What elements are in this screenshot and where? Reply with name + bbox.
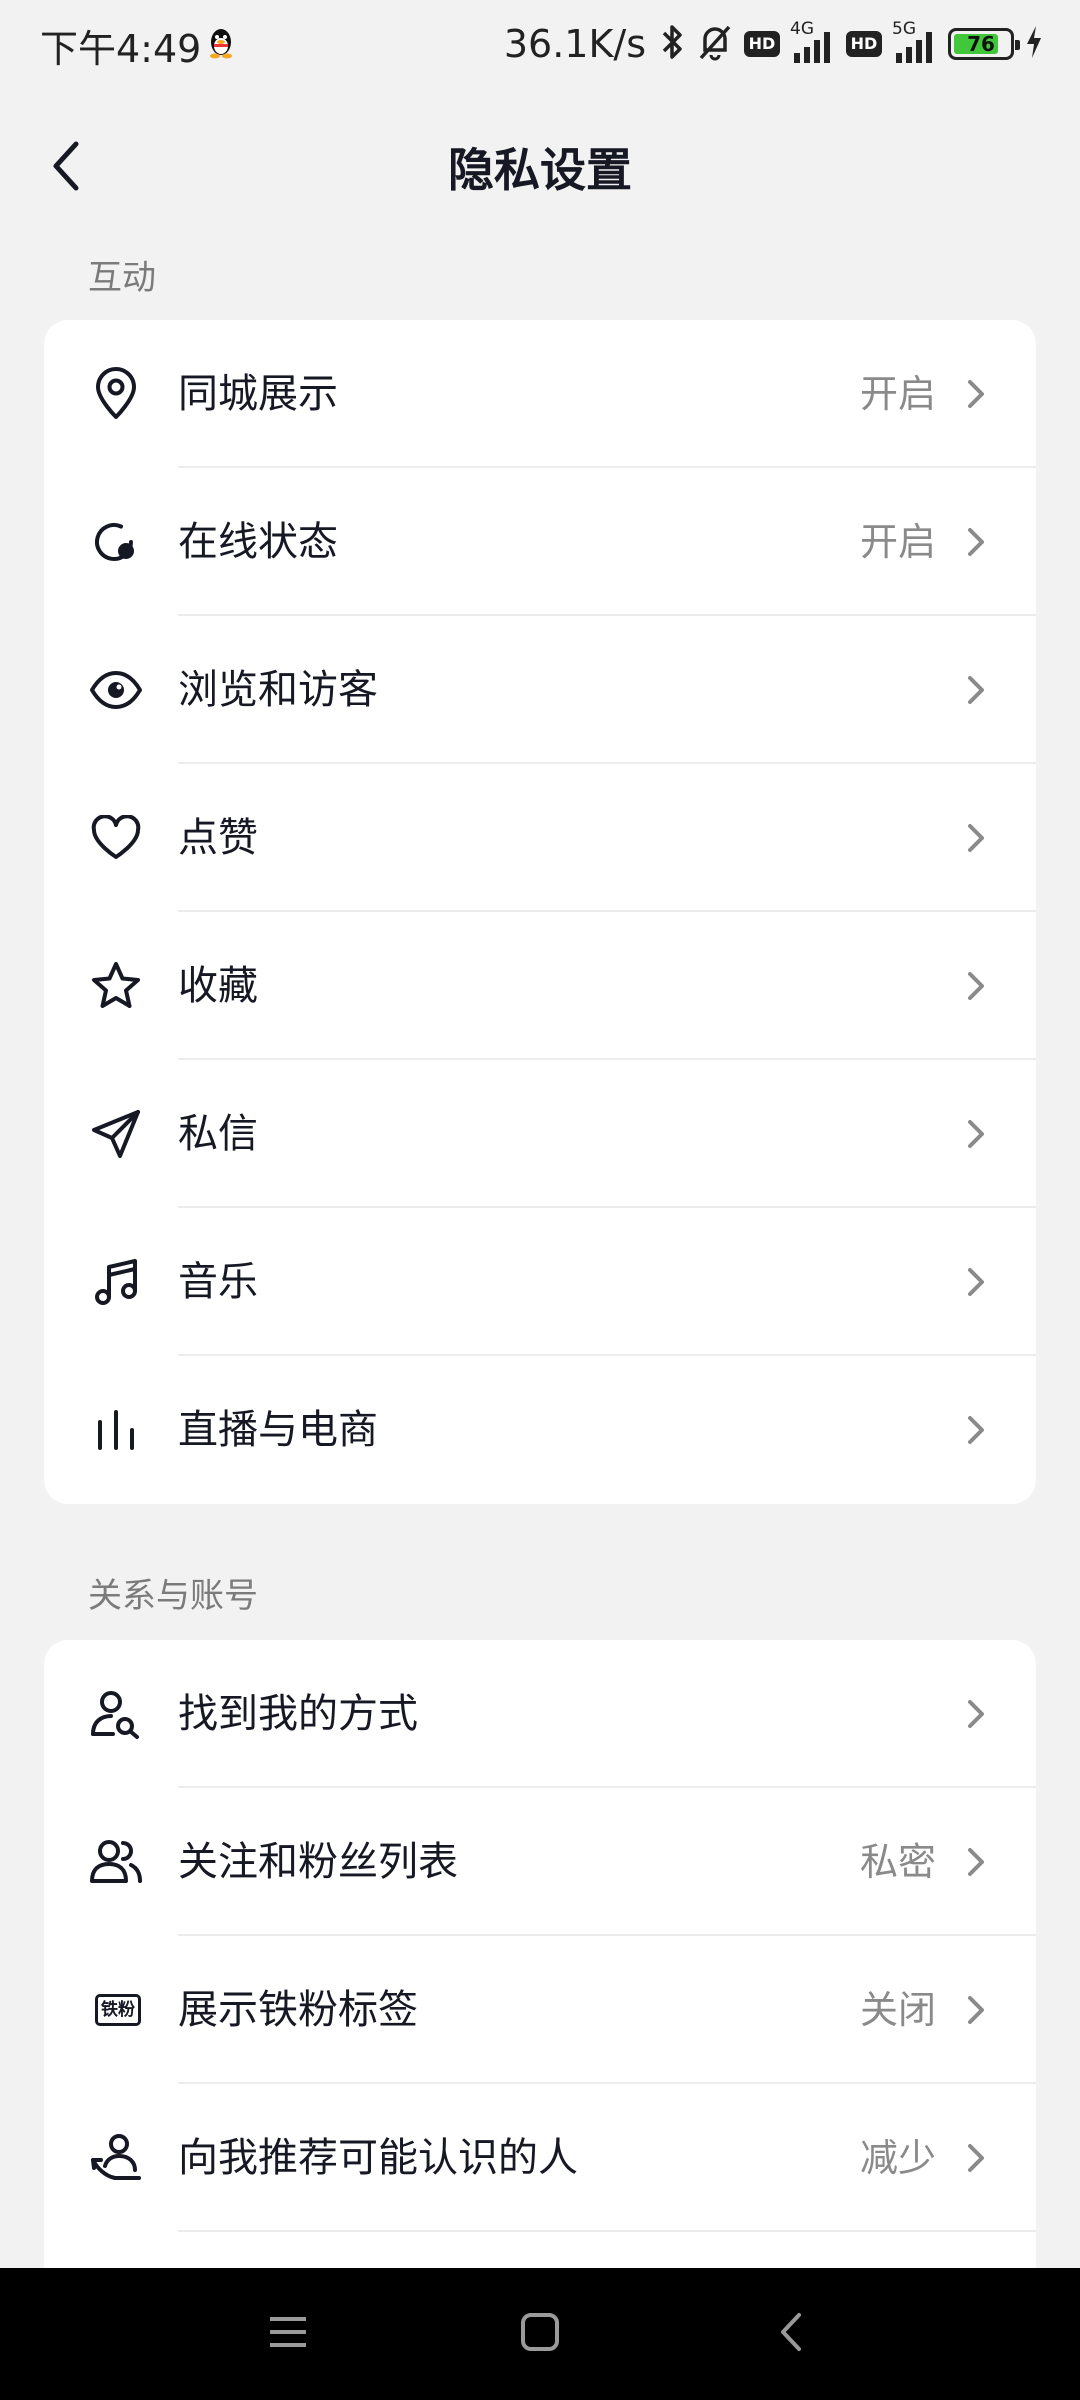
mute-bell-icon (696, 22, 734, 66)
recommend-people-icon (88, 2130, 144, 2186)
qq-notification-icon (204, 26, 238, 60)
status-time: 下午4:49 (40, 27, 202, 71)
row-label: 收藏 (178, 963, 258, 1009)
nav-home-button[interactable] (510, 2304, 570, 2364)
divider (178, 2230, 1036, 2232)
nav-back-button[interactable] (762, 2304, 822, 2364)
chevron-right-icon (964, 1992, 988, 2028)
section-label-relationship: 关系与账号 (88, 1576, 258, 1616)
row-label: 关注和粉丝列表 (178, 1839, 458, 1885)
row-find-me[interactable]: 找到我的方式 (44, 1640, 1036, 1788)
nav-menu-button[interactable] (258, 2304, 318, 2364)
home-square-icon (520, 2312, 560, 2356)
section-label-interaction: 互动 (88, 258, 156, 298)
chevron-right-icon (964, 2140, 988, 2176)
row-label: 展示铁粉标签 (178, 1987, 418, 2033)
triangle-back-icon (777, 2312, 807, 2356)
header: 隐私设置 (0, 100, 1080, 236)
chevron-right-icon (964, 820, 988, 856)
heart-icon (88, 810, 144, 866)
location-icon (88, 366, 144, 422)
row-local-display[interactable]: 同城展示 开启 (44, 320, 1036, 468)
row-label: 找到我的方式 (178, 1691, 418, 1737)
star-icon (88, 958, 144, 1014)
row-browse-visitors[interactable]: 浏览和访客 (44, 616, 1036, 764)
row-online-status[interactable]: 在线状态 开启 (44, 468, 1036, 616)
network-speed: 36.1K/s (503, 22, 646, 66)
row-recommend-people[interactable]: 向我推荐可能认识的人 减少 (44, 2084, 1036, 2232)
send-icon (88, 1106, 144, 1162)
relationship-card: 找到我的方式 关注和粉丝列表 私密 铁粉 展示铁粉标签 关闭 向我推荐可能认识的… (44, 1640, 1036, 2290)
row-label: 浏览和访客 (178, 667, 378, 713)
row-follow-fans-list[interactable]: 关注和粉丝列表 私密 (44, 1788, 1036, 1936)
row-label: 音乐 (178, 1259, 258, 1305)
row-label: 同城展示 (178, 371, 338, 417)
bluetooth-icon (660, 22, 686, 66)
page-title: 隐私设置 (448, 143, 632, 197)
hd-badge-2: HD (846, 31, 882, 57)
row-label: 点赞 (178, 815, 258, 861)
row-value: 开启 (859, 520, 936, 564)
signal-4g-icon: 4G (790, 19, 836, 65)
row-value: 关闭 (859, 1988, 936, 2032)
row-label: 私信 (178, 1111, 258, 1157)
row-value: 开启 (859, 372, 936, 416)
music-icon (88, 1254, 144, 1310)
menu-icon (268, 2314, 308, 2354)
row-value: 减少 (859, 2136, 936, 2180)
chevron-right-icon (964, 1412, 988, 1448)
interaction-card: 同城展示 开启 在线状态 开启 浏览和访客 点赞 收藏 私信 音乐 直播与电商 (44, 320, 1036, 1504)
row-favorites[interactable]: 收藏 (44, 912, 1036, 1060)
chevron-right-icon (964, 376, 988, 412)
system-nav-bar (0, 2268, 1080, 2400)
row-likes[interactable]: 点赞 (44, 764, 1036, 912)
person-search-icon (88, 1686, 144, 1742)
fan-badge-icon: 铁粉 (88, 1982, 148, 2038)
bars-icon (88, 1402, 144, 1458)
network-type-5g: 5G (892, 19, 916, 39)
chevron-right-icon (964, 1844, 988, 1880)
fan-badge-text: 铁粉 (95, 1994, 141, 2026)
row-music[interactable]: 音乐 (44, 1208, 1036, 1356)
chevron-right-icon (964, 1116, 988, 1152)
chevron-right-icon (964, 672, 988, 708)
battery-level: 76 (967, 32, 995, 56)
row-label: 直播与电商 (178, 1407, 378, 1453)
online-status-icon (88, 514, 144, 570)
chevron-right-icon (964, 1696, 988, 1732)
eye-icon (88, 662, 144, 718)
row-live-ecommerce[interactable]: 直播与电商 (44, 1356, 1036, 1504)
row-messages[interactable]: 私信 (44, 1060, 1036, 1208)
battery-icon: 76 (948, 28, 1020, 60)
chevron-right-icon (964, 524, 988, 560)
row-label: 在线状态 (178, 519, 338, 565)
row-value: 私密 (859, 1840, 936, 1884)
row-label: 向我推荐可能认识的人 (178, 2135, 578, 2181)
chevron-right-icon (964, 968, 988, 1004)
network-type-4g: 4G (790, 19, 814, 39)
hd-badge: HD (744, 31, 780, 57)
row-fan-badge[interactable]: 铁粉 展示铁粉标签 关闭 (44, 1936, 1036, 2084)
people-icon (88, 1834, 144, 1890)
status-bar: 下午4:49 36.1K/s HD 4G HD 5G 76 (0, 0, 1080, 86)
signal-5g-icon: 5G (892, 19, 938, 65)
chevron-right-icon (964, 1264, 988, 1300)
charging-icon (1024, 24, 1044, 64)
